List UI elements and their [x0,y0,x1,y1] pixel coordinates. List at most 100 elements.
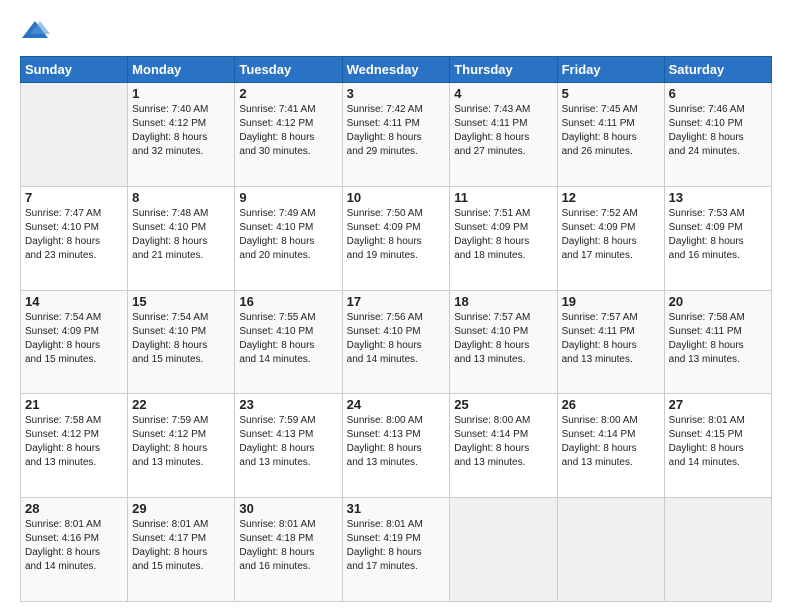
day-content: Sunrise: 7:55 AMSunset: 4:10 PMDaylight:… [239,311,337,367]
day-number: 23 [239,397,337,412]
day-number: 5 [562,86,660,101]
day-content: Sunrise: 7:49 AMSunset: 4:10 PMDaylight:… [239,207,337,263]
week-row-1: 7 Sunrise: 7:47 AMSunset: 4:10 PMDaylight… [21,186,772,290]
day-cell: 3 Sunrise: 7:42 AMSunset: 4:11 PMDaylight… [342,83,450,187]
day-number: 19 [562,294,660,309]
day-content: Sunrise: 7:45 AMSunset: 4:11 PMDaylight:… [562,103,660,159]
week-row-3: 21 Sunrise: 7:58 AMSunset: 4:12 PMDayligh… [21,394,772,498]
header-cell-saturday: Saturday [664,57,771,83]
calendar-header: SundayMondayTuesdayWednesdayThursdayFrid… [21,57,772,83]
day-cell: 13 Sunrise: 7:53 AMSunset: 4:09 PMDayligh… [664,186,771,290]
day-number: 31 [347,501,446,516]
day-content: Sunrise: 8:00 AMSunset: 4:14 PMDaylight:… [562,414,660,470]
day-number: 8 [132,190,230,205]
day-cell: 29Sunrise: 8:01 AMSunset: 4:17 PMDayligh… [128,498,235,602]
day-number: 9 [239,190,337,205]
day-number: 13 [669,190,767,205]
page: SundayMondayTuesdayWednesdayThursdayFrid… [0,0,792,612]
day-content: Sunrise: 7:58 AMSunset: 4:11 PMDaylight:… [669,311,767,367]
day-cell: 7 Sunrise: 7:47 AMSunset: 4:10 PMDaylight… [21,186,128,290]
calendar-body: 1 Sunrise: 7:40 AMSunset: 4:12 PMDaylight… [21,83,772,602]
day-content: Sunrise: 7:59 AMSunset: 4:12 PMDaylight:… [132,414,230,470]
header [20,16,772,46]
day-content: Sunrise: 7:59 AMSunset: 4:13 PMDaylight:… [239,414,337,470]
day-cell: 4 Sunrise: 7:43 AMSunset: 4:11 PMDaylight… [450,83,557,187]
day-content: Sunrise: 7:53 AMSunset: 4:09 PMDaylight:… [669,207,767,263]
day-content: Sunrise: 7:46 AMSunset: 4:10 PMDaylight:… [669,103,767,159]
day-content: Sunrise: 7:48 AMSunset: 4:10 PMDaylight:… [132,207,230,263]
day-number: 15 [132,294,230,309]
day-content: Sunrise: 7:56 AMSunset: 4:10 PMDaylight:… [347,311,446,367]
day-content: Sunrise: 7:52 AMSunset: 4:09 PMDaylight:… [562,207,660,263]
day-cell: 31 Sunrise: 8:01 AMSunset: 4:19 PMDayligh… [342,498,450,602]
day-cell [450,498,557,602]
day-cell: 5 Sunrise: 7:45 AMSunset: 4:11 PMDaylight… [557,83,664,187]
day-cell: 6 Sunrise: 7:46 AMSunset: 4:10 PMDaylight… [664,83,771,187]
day-number: 2 [239,86,337,101]
day-content: Sunrise: 7:54 AMSunset: 4:10 PMDaylight:… [132,311,230,367]
day-number: 27 [669,397,767,412]
day-content: Sunrise: 7:58 AMSunset: 4:12 PMDaylight:… [25,414,123,470]
day-cell [557,498,664,602]
day-content: Sunrise: 7:57 AMSunset: 4:10 PMDaylight:… [454,311,552,367]
day-content: Sunrise: 7:54 AMSunset: 4:09 PMDaylight:… [25,311,123,367]
header-cell-tuesday: Tuesday [235,57,342,83]
logo-icon [20,16,50,46]
day-content: Sunrise: 8:00 AMSunset: 4:13 PMDaylight:… [347,414,446,470]
day-cell: 15 Sunrise: 7:54 AMSunset: 4:10 PMDayligh… [128,290,235,394]
day-cell: 14 Sunrise: 7:54 AMSunset: 4:09 PMDayligh… [21,290,128,394]
day-cell: 24Sunrise: 8:00 AMSunset: 4:13 PMDayligh… [342,394,450,498]
day-number: 25 [454,397,552,412]
day-cell: 28 Sunrise: 8:01 AMSunset: 4:16 PMDayligh… [21,498,128,602]
day-content: Sunrise: 8:00 AMSunset: 4:14 PMDaylight:… [454,414,552,470]
day-cell: 9 Sunrise: 7:49 AMSunset: 4:10 PMDaylight… [235,186,342,290]
header-cell-sunday: Sunday [21,57,128,83]
day-cell: 2 Sunrise: 7:41 AMSunset: 4:12 PMDaylight… [235,83,342,187]
day-cell: 11 Sunrise: 7:51 AMSunset: 4:09 PMDayligh… [450,186,557,290]
header-cell-wednesday: Wednesday [342,57,450,83]
day-cell: 16 Sunrise: 7:55 AMSunset: 4:10 PMDayligh… [235,290,342,394]
day-number: 14 [25,294,123,309]
day-cell: 26Sunrise: 8:00 AMSunset: 4:14 PMDayligh… [557,394,664,498]
day-cell: 20 Sunrise: 7:58 AMSunset: 4:11 PMDayligh… [664,290,771,394]
day-content: Sunrise: 7:42 AMSunset: 4:11 PMDaylight:… [347,103,446,159]
header-cell-monday: Monday [128,57,235,83]
day-cell: 10Sunrise: 7:50 AMSunset: 4:09 PMDayligh… [342,186,450,290]
day-content: Sunrise: 7:51 AMSunset: 4:09 PMDaylight:… [454,207,552,263]
day-number: 16 [239,294,337,309]
day-cell: 23 Sunrise: 7:59 AMSunset: 4:13 PMDayligh… [235,394,342,498]
logo [20,16,54,46]
day-number: 3 [347,86,446,101]
day-content: Sunrise: 7:41 AMSunset: 4:12 PMDaylight:… [239,103,337,159]
day-number: 18 [454,294,552,309]
day-cell: 21 Sunrise: 7:58 AMSunset: 4:12 PMDayligh… [21,394,128,498]
day-content: Sunrise: 7:47 AMSunset: 4:10 PMDaylight:… [25,207,123,263]
header-cell-friday: Friday [557,57,664,83]
week-row-4: 28 Sunrise: 8:01 AMSunset: 4:16 PMDayligh… [21,498,772,602]
day-number: 7 [25,190,123,205]
day-content: Sunrise: 8:01 AMSunset: 4:16 PMDaylight:… [25,518,123,574]
day-cell: 22Sunrise: 7:59 AMSunset: 4:12 PMDayligh… [128,394,235,498]
day-content: Sunrise: 7:43 AMSunset: 4:11 PMDaylight:… [454,103,552,159]
day-content: Sunrise: 8:01 AMSunset: 4:15 PMDaylight:… [669,414,767,470]
header-row: SundayMondayTuesdayWednesdayThursdayFrid… [21,57,772,83]
day-number: 17 [347,294,446,309]
day-number: 4 [454,86,552,101]
header-cell-thursday: Thursday [450,57,557,83]
day-content: Sunrise: 8:01 AMSunset: 4:17 PMDaylight:… [132,518,230,574]
day-content: Sunrise: 7:40 AMSunset: 4:12 PMDaylight:… [132,103,230,159]
calendar-table: SundayMondayTuesdayWednesdayThursdayFrid… [20,56,772,602]
day-number: 6 [669,86,767,101]
day-cell: 19Sunrise: 7:57 AMSunset: 4:11 PMDayligh… [557,290,664,394]
day-number: 20 [669,294,767,309]
day-cell: 30Sunrise: 8:01 AMSunset: 4:18 PMDayligh… [235,498,342,602]
day-cell: 17 Sunrise: 7:56 AMSunset: 4:10 PMDayligh… [342,290,450,394]
day-number: 21 [25,397,123,412]
day-number: 28 [25,501,123,516]
day-number: 12 [562,190,660,205]
day-content: Sunrise: 8:01 AMSunset: 4:19 PMDaylight:… [347,518,446,574]
day-content: Sunrise: 7:50 AMSunset: 4:09 PMDaylight:… [347,207,446,263]
day-content: Sunrise: 8:01 AMSunset: 4:18 PMDaylight:… [239,518,337,574]
day-number: 11 [454,190,552,205]
day-number: 1 [132,86,230,101]
